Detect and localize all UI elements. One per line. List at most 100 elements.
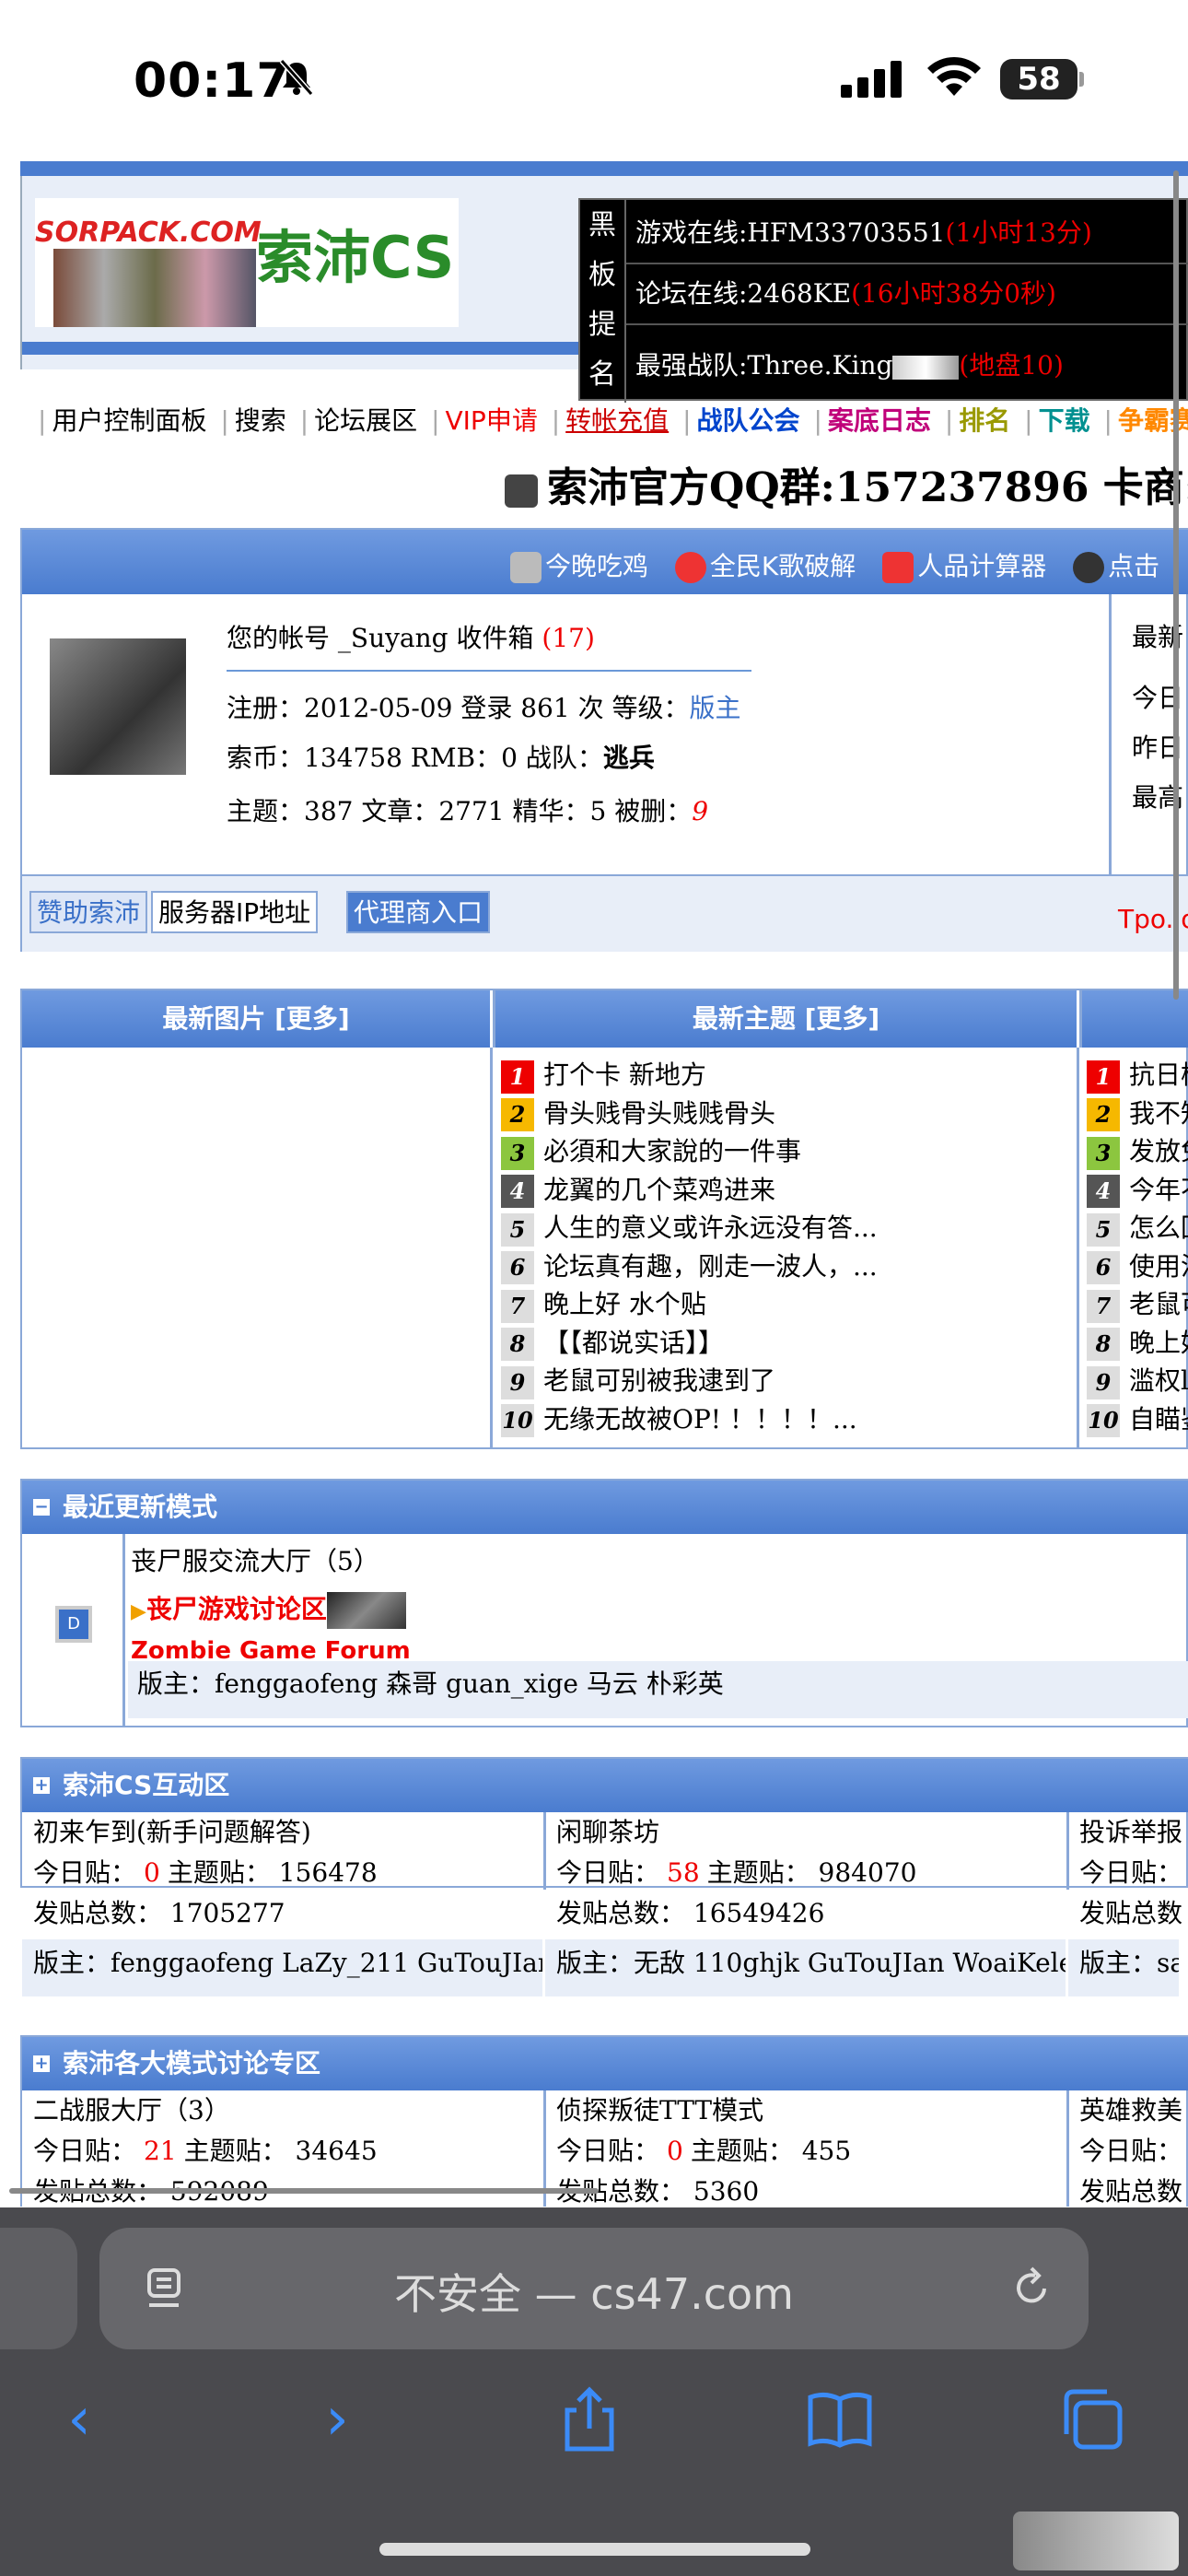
nav-transfer[interactable]: 转帐充值 (565, 405, 669, 436)
topic-title: 发放免 (1129, 1136, 1188, 1166)
board-row-top-clan: 最强战队:Three.King (地盘10) (635, 350, 1064, 381)
today-line: 今日贴： (1079, 2131, 1188, 2168)
forum-name[interactable]: 侦探叛徒TTT模式 (556, 2090, 763, 2127)
rank-badge: 10 (1087, 1404, 1120, 1437)
vertical-scrollbar[interactable] (1173, 170, 1179, 1000)
board-title[interactable]: 丧尸服交流大厅（5） (131, 1541, 379, 1578)
board-char: 名 (588, 358, 616, 391)
board-char: 提 (588, 309, 616, 341)
blackboard-label: 黑 板 提 名 (580, 200, 626, 403)
agent-entry-button[interactable]: 代理商入口 (346, 891, 491, 933)
link-chicken[interactable]: 今晚吃鸡 (545, 551, 648, 581)
blackboard-panel: 黑 板 提 名 游戏在线:HFM33703551(1小时13分) 论坛在线:24… (578, 198, 1188, 403)
link-click[interactable]: 点击 (1108, 551, 1159, 581)
forum-name[interactable]: 闲聊茶坊 (556, 1812, 659, 1849)
topic-item[interactable]: 9 老鼠可别被我逮到了 (501, 1363, 775, 1399)
latest-pics-header[interactable]: 最新图片 [更多] (22, 990, 490, 1048)
topic-item[interactable]: 4 龙翼的几个菜鸡进来 (501, 1172, 775, 1209)
nav-vip[interactable]: VIP申请 (446, 405, 538, 436)
url-text: 不安全 — cs47.com (394, 2269, 794, 2319)
third-topic-item[interactable]: 10 自瞄鉴 (1087, 1401, 1188, 1438)
nav-ranking[interactable]: 排名 (959, 405, 1010, 436)
third-topic-item[interactable]: 3 发放免 (1087, 1133, 1188, 1170)
topic-item[interactable]: 1 打个卡 新地方 (501, 1057, 706, 1094)
tabs-icon[interactable] (1055, 2383, 1129, 2456)
topic-item[interactable]: 2 骨头贱骨头贱贱骨头 (501, 1095, 775, 1132)
third-topic-item[interactable]: 2 我不知 (1087, 1095, 1188, 1132)
nav-user-control-panel[interactable]: 用户控制面板 (52, 405, 206, 436)
nav-download[interactable]: 下载 (1039, 405, 1090, 436)
logo-chinese-text: 索沛CS (256, 224, 455, 291)
back-icon[interactable]: ‹ (42, 2383, 116, 2456)
third-topic-item[interactable]: 8 晚上好 (1087, 1325, 1188, 1362)
nav-clans[interactable]: 战队公会 (697, 405, 800, 436)
third-topic-item[interactable]: 5 怎么回 (1087, 1210, 1188, 1247)
server-ip-button[interactable]: 服务器IP地址 (151, 891, 319, 933)
header-links: 今晚吃鸡 全民K歌破解 人品计算器 点击 (510, 546, 1159, 583)
link-calculator[interactable]: 人品计算器 (917, 551, 1046, 581)
stats-line: 主题：387 文章：2771 精华：5 被删：9 (227, 796, 709, 826)
collapse-icon[interactable]: − (33, 1499, 50, 1516)
column-divider (1066, 1812, 1069, 1890)
rank-badge: 4 (1087, 1175, 1120, 1208)
third-topic-item[interactable]: 7 老鼠可 (1087, 1286, 1188, 1323)
topic-title: 使用沙 (1129, 1250, 1188, 1282)
topic-item[interactable]: 8 【【都说实话】】 (501, 1325, 724, 1362)
web-content[interactable]: SORPACK.COM 索沛CS 黑 板 提 名 游戏在线:HFM3370355… (0, 161, 1188, 2207)
board-char: 黑 (588, 209, 616, 241)
third-topic-item[interactable]: 4 今年不 (1087, 1172, 1188, 1209)
forum-name[interactable]: 英雄救美 (1079, 2090, 1182, 2127)
coins-line: 索币：134758 RMB：0 战队：逃兵 (227, 743, 655, 773)
inbox-count[interactable]: (17) (542, 623, 594, 653)
forum-name[interactable]: 二战服大厅（3） (33, 2090, 230, 2127)
third-topic-item[interactable]: 6 使用沙 (1087, 1248, 1188, 1285)
home-indicator[interactable] (379, 2543, 810, 2556)
topic-title: 无缘无故被OP! ！！！！... (543, 1403, 857, 1434)
rank-badge: 2 (501, 1098, 534, 1131)
latest-topics-header[interactable]: 最新主题 [更多] (493, 990, 1077, 1048)
topic-item[interactable]: 10 无缘无故被OP! ！！！！... (501, 1401, 857, 1438)
modes-header[interactable]: + 索沛各大模式讨论专区 (22, 2037, 1188, 2090)
recent-modes-section: − 最近更新模式 D 丧尸服交流大厅（5） ▶丧尸游戏讨论区 Zombie Gam… (20, 1479, 1188, 1727)
share-icon[interactable] (553, 2383, 626, 2456)
topic-item[interactable]: 5 人生的意义或许永远没有答... (501, 1210, 878, 1247)
topic-item[interactable]: 6 论坛真有趣，刚走一波人，... (501, 1248, 878, 1285)
today-label: 今日贴： (33, 1857, 137, 1888)
topic-title: 抗日模 (1129, 1060, 1188, 1090)
sponsor-button[interactable]: 赞助索沛 (29, 891, 148, 933)
total-line: 发贴总数 (1079, 1898, 1183, 1928)
forum-name[interactable]: 初来乍到(新手问题解答) (33, 1812, 311, 1849)
nav-forum-showcase[interactable]: 论坛展区 (314, 405, 417, 436)
expand-icon[interactable]: + (33, 1777, 50, 1794)
bookmarks-icon[interactable] (803, 2383, 877, 2456)
reload-icon[interactable] (1007, 2265, 1055, 2313)
forward-icon[interactable]: › (300, 2383, 374, 2456)
forum-name[interactable]: 投诉举报 (1079, 1812, 1182, 1849)
main-nav: | 用户控制面板 | 搜索 | 论坛展区 | VIP申请 | 转帐充值 | 战队公会 | 案底… (32, 403, 1188, 439)
expand-icon[interactable]: + (33, 2055, 50, 2072)
status-bar: 00:17 58 (0, 0, 1188, 161)
third-topic-item[interactable]: 9 滥权llll (1087, 1363, 1188, 1399)
register-line: 注册：2012-05-09 登录 861 次 等级：版主 (227, 693, 741, 723)
sub-board-english: Zombie Game Forum (131, 1637, 411, 1663)
topic-item[interactable]: 7 晚上好 水个贴 (501, 1286, 706, 1323)
rank-badge: 4 (501, 1175, 534, 1208)
topic-title: 打个卡 新地方 (543, 1060, 706, 1090)
address-bar[interactable]: 不安全 — cs47.com (99, 2228, 1089, 2349)
interaction-header[interactable]: + 索沛CS互动区 (22, 1759, 1188, 1812)
link-karaoke[interactable]: 全民K歌破解 (710, 551, 856, 581)
nav-search[interactable]: 搜索 (235, 405, 286, 436)
rank-badge: 10 (501, 1404, 534, 1437)
previous-tab-peek[interactable] (0, 2228, 77, 2349)
sub-board-title[interactable]: ▶丧尸游戏讨论区 (131, 1589, 406, 1629)
site-logo[interactable]: SORPACK.COM 索沛CS (35, 198, 459, 327)
recent-modes-header[interactable]: − 最近更新模式 (22, 1481, 1188, 1534)
nav-records[interactable]: 案底日志 (828, 405, 931, 436)
watermark-logo (1013, 2512, 1179, 2570)
horizontal-scrollbar[interactable] (9, 2188, 599, 2194)
topic-item[interactable]: 3 必須和大家說的一件事 (501, 1133, 801, 1170)
board-char: 板 (588, 259, 616, 291)
rank-badge: 2 (1087, 1098, 1120, 1131)
avatar[interactable] (50, 638, 186, 775)
third-topic-item[interactable]: 1 抗日模 (1087, 1057, 1188, 1094)
